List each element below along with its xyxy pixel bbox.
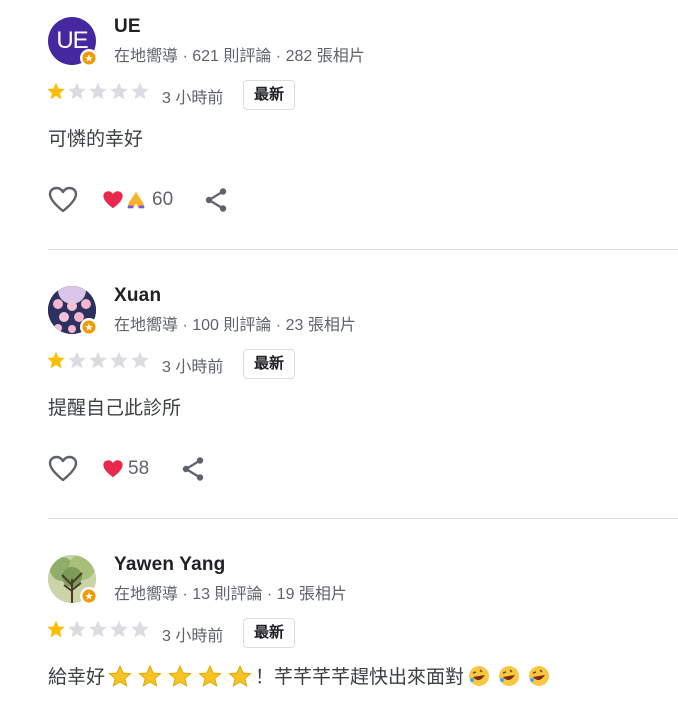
star-empty-icon [68, 620, 86, 638]
new-badge: 最新 [243, 349, 296, 379]
avatar[interactable]: UE [48, 17, 98, 67]
reactions-summary[interactable]: 58 [102, 458, 149, 480]
review-text: 可憐的幸好 [48, 129, 144, 150]
review-time: 3 小時前 [162, 628, 224, 645]
star-emoji-icon [108, 664, 132, 687]
review-text-part: ！芊芊芊芊趕快出來面對 [255, 667, 465, 688]
star-emoji-icon [138, 664, 162, 687]
review-text: 給幸好 ！芊芊芊芊趕快出來面對 [48, 662, 554, 689]
divider [48, 518, 678, 519]
avatar[interactable] [48, 286, 98, 336]
star-empty-icon [110, 620, 128, 638]
reviewer-name[interactable]: UE [114, 16, 141, 38]
reviewer-meta: 在地嚮導 · 13 則評論 · 19 張相片 [114, 586, 347, 603]
review-text-part: 給幸好 [48, 667, 106, 688]
reaction-count: 58 [128, 458, 150, 479]
heart-outline-icon[interactable] [48, 185, 78, 215]
review-actions: 60 [48, 185, 448, 219]
review-actions: 58 [48, 454, 448, 488]
star-rating [46, 619, 150, 639]
reviews-list: UE UE 在地嚮導 · 621 則評論 · 282 張相片 3 小時前 最新 … [0, 0, 678, 712]
star-emoji-icon [168, 664, 192, 687]
local-guide-badge-icon [80, 49, 98, 67]
star-empty-icon [68, 351, 86, 369]
star-filled-icon [47, 620, 65, 638]
star-emoji-icon [198, 664, 222, 687]
rofl-emoji-icon [499, 665, 520, 686]
star-empty-icon [110, 351, 128, 369]
share-icon[interactable] [181, 456, 205, 482]
rofl-emoji-icon [469, 665, 490, 686]
new-badge: 最新 [243, 618, 296, 648]
star-rating [46, 81, 150, 101]
divider [48, 249, 678, 250]
star-rating [46, 350, 150, 370]
avatar[interactable] [48, 555, 98, 605]
review-time: 3 小時前 [162, 359, 224, 376]
star-filled-icon [47, 351, 65, 369]
reviewer-meta: 在地嚮導 · 100 則評論 · 23 張相片 [114, 317, 356, 334]
reviewer-name[interactable]: Xuan [114, 285, 161, 307]
star-filled-icon [47, 82, 65, 100]
star-empty-icon [110, 82, 128, 100]
local-guide-badge-icon [80, 587, 98, 605]
heart-reaction-icon [103, 191, 123, 209]
star-empty-icon [68, 82, 86, 100]
reviewer-name[interactable]: Yawen Yang [114, 554, 225, 576]
heart-reaction-icon [103, 460, 123, 478]
star-emoji-icon [228, 664, 252, 687]
star-empty-icon [89, 82, 107, 100]
share-icon[interactable] [204, 187, 228, 213]
review-text: 提醒自己此診所 [48, 398, 182, 419]
rofl-emoji-icon [529, 665, 550, 686]
heart-outline-icon[interactable] [48, 454, 78, 484]
star-empty-icon [131, 351, 149, 369]
reaction-count: 60 [152, 189, 174, 210]
reactions-summary[interactable]: 60 [102, 189, 173, 211]
star-empty-icon [131, 82, 149, 100]
review-time: 3 小時前 [162, 90, 224, 107]
star-empty-icon [89, 620, 107, 638]
reviewer-meta: 在地嚮導 · 621 則評論 · 282 張相片 [114, 48, 365, 65]
star-empty-icon [89, 351, 107, 369]
star-empty-icon [131, 620, 149, 638]
local-guide-badge-icon [80, 318, 98, 336]
pray-reaction-icon [127, 191, 145, 209]
new-badge: 最新 [243, 80, 296, 110]
